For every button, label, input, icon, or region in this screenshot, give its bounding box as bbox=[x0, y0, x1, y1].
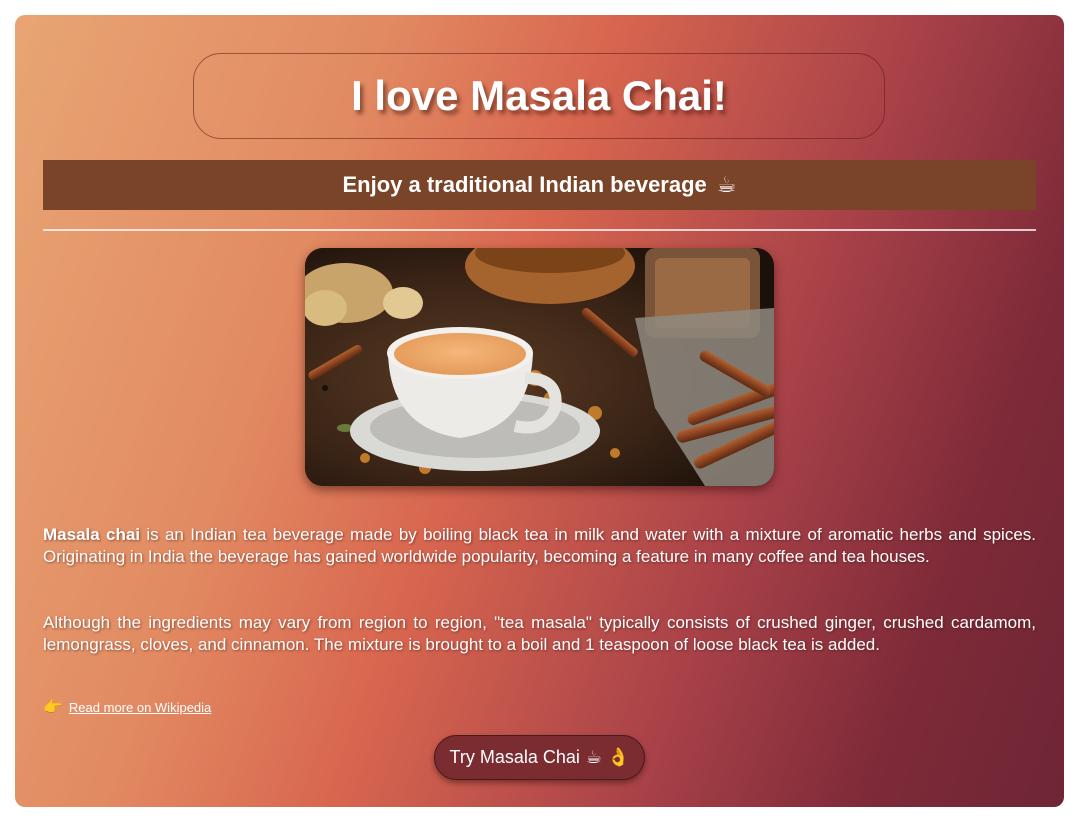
intro-text: is an Indian tea beverage made by boilin… bbox=[43, 525, 1036, 566]
tea-cup-ok-hand-icon: ☕ 👌 bbox=[585, 747, 630, 767]
tea-cup-icon: ☕ bbox=[716, 172, 737, 197]
chai-photo-illustration bbox=[305, 248, 774, 486]
try-masala-chai-button[interactable]: Try Masala Chai ☕ 👌 bbox=[434, 735, 645, 780]
main-card: I love Masala Chai! Enjoy a traditional … bbox=[15, 15, 1064, 807]
page-title: I love Masala Chai! bbox=[351, 72, 727, 119]
wikipedia-link[interactable]: Read more on Wikipedia bbox=[69, 700, 211, 715]
masala-chai-photo bbox=[305, 248, 774, 486]
ingredients-paragraph: Although the ingredients may vary from r… bbox=[43, 613, 1036, 654]
intro-paragraph: Masala chai is an Indian tea beverage ma… bbox=[43, 524, 1036, 568]
pointing-hand-icon: 👉 bbox=[43, 699, 63, 716]
try-button-label: Try Masala Chai bbox=[449, 747, 580, 767]
divider bbox=[43, 229, 1036, 231]
subtitle-text: Enjoy a traditional Indian beverage bbox=[342, 172, 707, 197]
subtitle-bar: Enjoy a traditional Indian beverage ☕ bbox=[43, 160, 1036, 210]
title-box: I love Masala Chai! bbox=[193, 53, 885, 139]
wikipedia-link-row: 👉 Read more on Wikipedia bbox=[43, 697, 211, 717]
intro-bold-term: Masala chai bbox=[43, 525, 141, 544]
